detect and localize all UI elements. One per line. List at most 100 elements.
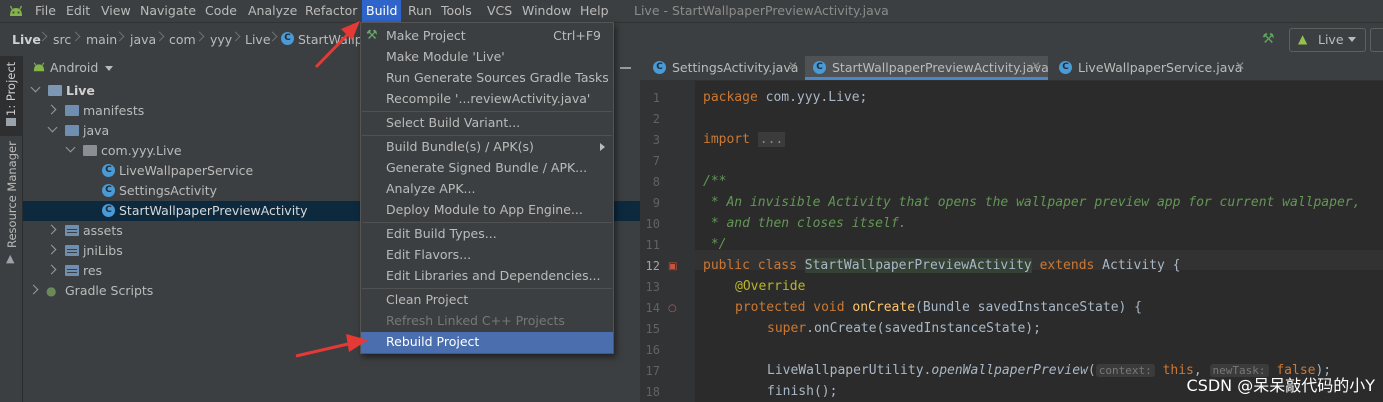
menu-item-select-build-variant[interactable]: Select Build Variant... bbox=[361, 113, 613, 134]
menu-build[interactable]: Build bbox=[362, 0, 402, 22]
code-line-11[interactable]: */ bbox=[703, 237, 727, 252]
gradle-icon: ● bbox=[46, 284, 57, 298]
menu-file[interactable]: File bbox=[35, 3, 56, 18]
code-line-13[interactable]: @Override bbox=[735, 279, 805, 294]
expand-arrow-icon[interactable] bbox=[28, 284, 39, 295]
breadcrumb-main[interactable]: main bbox=[86, 32, 117, 47]
menu-code[interactable]: Code bbox=[205, 3, 237, 18]
menu-item-deploy-module[interactable]: Deploy Module to App Engine... bbox=[361, 200, 613, 221]
tab-livewallpaperservice[interactable]: C LiveWallpaperService.java ✕ bbox=[1051, 56, 1251, 80]
line-number: 7 bbox=[652, 154, 660, 168]
tab-startwallpaperpreviewactivity[interactable]: C StartWallpaperPreviewActivity.java ✕ bbox=[805, 56, 1049, 80]
menu-refactor[interactable]: Refactor bbox=[305, 3, 357, 18]
code-token: protected void bbox=[735, 300, 845, 315]
tree-label: res bbox=[83, 263, 103, 278]
menu-item-analyze-apk[interactable]: Analyze APK... bbox=[361, 179, 613, 200]
menu-item-rebuild-project[interactable]: Rebuild Project bbox=[361, 332, 613, 353]
breadcrumb-com[interactable]: com bbox=[169, 32, 196, 47]
watermark-text: CSDN @呆呆敲代码的小Y bbox=[1186, 376, 1375, 395]
menu-tools[interactable]: Tools bbox=[441, 3, 472, 18]
expand-arrow-icon[interactable] bbox=[46, 224, 57, 235]
code-line-8[interactable]: /** bbox=[703, 174, 726, 189]
menu-item-build-bundles-apks[interactable]: Build Bundle(s) / APK(s) bbox=[361, 137, 613, 158]
code-line-10[interactable]: * and then closes itself. bbox=[703, 216, 907, 231]
menu-item-label: Rebuild Project bbox=[386, 334, 480, 349]
menu-item-edit-flavors[interactable]: Edit Flavors... bbox=[361, 245, 613, 266]
chevron-right-icon bbox=[269, 29, 276, 45]
breadcrumb-live-package[interactable]: Live bbox=[245, 32, 271, 47]
run-configuration-select[interactable]: ▲ Live bbox=[1289, 28, 1366, 52]
activity-gutter-icon[interactable]: ▣ bbox=[668, 261, 677, 272]
menu-vcs[interactable]: VCS bbox=[487, 3, 512, 18]
override-gutter-icon[interactable]: ○ bbox=[668, 303, 677, 314]
expand-arrow-icon[interactable] bbox=[47, 122, 58, 133]
close-icon[interactable]: ✕ bbox=[1031, 59, 1041, 73]
menu-help[interactable]: Help bbox=[580, 3, 609, 18]
folder-icon bbox=[6, 118, 16, 126]
code-token: onCreate bbox=[852, 300, 916, 315]
editor-tab-bar: C SettingsActivity.java ✕ C StartWallpap… bbox=[620, 56, 1383, 81]
code-line-14[interactable]: protected void onCreate(Bundle savedInst… bbox=[735, 300, 1142, 315]
expand-arrow-icon[interactable] bbox=[65, 142, 76, 153]
project-tool-tab[interactable]: 1: Project bbox=[0, 56, 22, 136]
breadcrumb-live-module[interactable]: Live bbox=[12, 32, 41, 47]
menu-item-label: Clean Project bbox=[386, 292, 469, 307]
resource-folder-icon bbox=[65, 245, 79, 256]
menu-analyze[interactable]: Analyze bbox=[248, 3, 297, 18]
menu-item-edit-build-types[interactable]: Edit Build Types... bbox=[361, 224, 613, 245]
code-line-12[interactable]: public class StartWallpaperPreviewActivi… bbox=[703, 258, 1180, 273]
menu-run[interactable]: Run bbox=[408, 3, 432, 18]
breadcrumb-java[interactable]: java bbox=[130, 32, 156, 47]
tree-label: manifests bbox=[83, 103, 145, 118]
menu-item-make-module[interactable]: Make Module 'Live' bbox=[361, 47, 613, 68]
line-number: 1 bbox=[652, 91, 660, 105]
code-line-3[interactable]: import ... bbox=[703, 132, 786, 147]
expand-arrow-icon[interactable] bbox=[46, 264, 57, 275]
code-token: .onCreate(savedInstanceState); bbox=[806, 321, 1041, 336]
hammer-icon[interactable]: ⚒ bbox=[1262, 31, 1278, 47]
menu-item-label: Edit Flavors... bbox=[386, 247, 472, 262]
folded-imports[interactable]: ... bbox=[757, 132, 786, 147]
menu-separator bbox=[362, 222, 612, 223]
code-line-18[interactable]: finish(); bbox=[767, 384, 837, 399]
resource-manager-label: Resource Manager bbox=[5, 141, 19, 248]
submenu-arrow-icon bbox=[600, 143, 605, 151]
menu-item-label: Build Bundle(s) / APK(s) bbox=[386, 139, 534, 154]
menu-item-label: Edit Libraries and Dependencies... bbox=[386, 268, 601, 283]
resource-manager-tab[interactable]: Resource Manager ▲ bbox=[0, 141, 22, 268]
menu-edit[interactable]: Edit bbox=[66, 3, 90, 18]
menu-item-make-project[interactable]: ⚒ Make Project Ctrl+F9 bbox=[361, 26, 613, 47]
menu-item-edit-libraries[interactable]: Edit Libraries and Dependencies... bbox=[361, 266, 613, 287]
minimize-icon[interactable] bbox=[620, 67, 631, 69]
line-number: 10 bbox=[645, 217, 660, 231]
code-line-1[interactable]: package com.yyy.Live; bbox=[703, 90, 867, 105]
close-icon[interactable]: ✕ bbox=[788, 59, 798, 73]
chevron-down-icon[interactable] bbox=[105, 66, 113, 71]
tab-settingsactivity[interactable]: C SettingsActivity.java ✕ bbox=[645, 56, 803, 80]
code-line-15[interactable]: super.onCreate(savedInstanceState); bbox=[767, 321, 1041, 336]
menu-navigate[interactable]: Navigate bbox=[140, 3, 196, 18]
menu-item-label: Select Build Variant... bbox=[386, 115, 521, 130]
expand-arrow-icon[interactable] bbox=[46, 244, 57, 255]
project-view-selector[interactable]: Android bbox=[50, 60, 98, 75]
tree-label: java bbox=[83, 123, 110, 138]
code-token: StartWallpaperPreviewActivity bbox=[804, 258, 1032, 273]
class-icon: C bbox=[1059, 61, 1072, 74]
menu-item-generate-signed[interactable]: Generate Signed Bundle / APK... bbox=[361, 158, 613, 179]
tab-label: SettingsActivity.java bbox=[672, 60, 799, 75]
line-number: 3 bbox=[652, 133, 660, 147]
menu-item-run-generate-sources[interactable]: Run Generate Sources Gradle Tasks bbox=[361, 68, 613, 89]
menu-view[interactable]: View bbox=[101, 3, 131, 18]
menu-item-clean-project[interactable]: Clean Project bbox=[361, 290, 613, 311]
expand-arrow-icon[interactable] bbox=[30, 82, 41, 93]
menu-item-recompile[interactable]: Recompile '...reviewActivity.java' bbox=[361, 89, 613, 110]
expand-arrow-icon[interactable] bbox=[46, 104, 57, 115]
breadcrumb-src[interactable]: src bbox=[53, 32, 71, 47]
line-number: 2 bbox=[652, 112, 660, 126]
device-select[interactable] bbox=[1370, 28, 1383, 52]
menu-bar: File Edit View Navigate Code Analyze Ref… bbox=[0, 0, 1383, 22]
close-icon[interactable]: ✕ bbox=[1235, 59, 1245, 73]
code-line-9[interactable]: * An invisible Activity that opens the w… bbox=[703, 195, 1361, 210]
breadcrumb-yyy[interactable]: yyy bbox=[210, 32, 232, 47]
menu-window[interactable]: Window bbox=[522, 3, 571, 18]
